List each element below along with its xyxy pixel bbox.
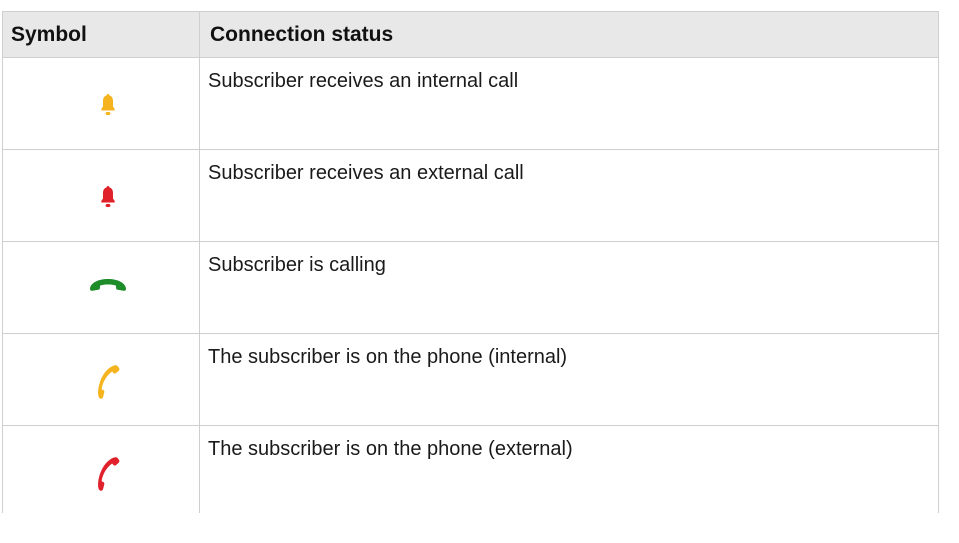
status-cell: Subscriber receives an external call: [199, 149, 939, 242]
symbol-cell: [2, 241, 200, 334]
status-cell: Subscriber is calling: [199, 241, 939, 334]
status-text: The subscriber is on the phone (external…: [208, 438, 573, 460]
symbol-column-header: Symbol: [2, 11, 200, 58]
connection-status-column-header: Connection status: [199, 11, 939, 58]
table-row: The subscriber is on the phone (external…: [2, 425, 939, 513]
bell-icon: [100, 185, 115, 209]
status-text: Subscriber receives an external call: [208, 162, 524, 184]
symbol-cell: [2, 425, 200, 513]
table-row: Subscriber receives an external call: [2, 149, 939, 242]
symbol-cell: [2, 149, 200, 242]
symbol-cell: [2, 333, 200, 426]
table-row: The subscriber is on the phone (internal…: [2, 333, 939, 426]
bell-icon: [100, 93, 115, 117]
table-header-row: Symbol Connection status: [2, 11, 939, 58]
status-text: The subscriber is on the phone (internal…: [208, 346, 568, 368]
status-text: Subscriber is calling: [208, 254, 386, 276]
phone-handset-down-icon: [89, 278, 127, 292]
phone-handset-icon: [96, 364, 120, 400]
status-text: Subscriber receives an internal call: [208, 70, 519, 92]
phone-handset-icon: [96, 456, 120, 492]
symbol-cell: [2, 57, 200, 150]
table-row: Subscriber receives an internal call: [2, 57, 939, 150]
status-cell: Subscriber receives an internal call: [199, 57, 939, 150]
table-row: Subscriber is calling: [2, 241, 939, 334]
status-cell: The subscriber is on the phone (external…: [199, 425, 939, 513]
connection-status-table: Symbol Connection status Subscriber rece…: [2, 11, 939, 513]
status-cell: The subscriber is on the phone (internal…: [199, 333, 939, 426]
